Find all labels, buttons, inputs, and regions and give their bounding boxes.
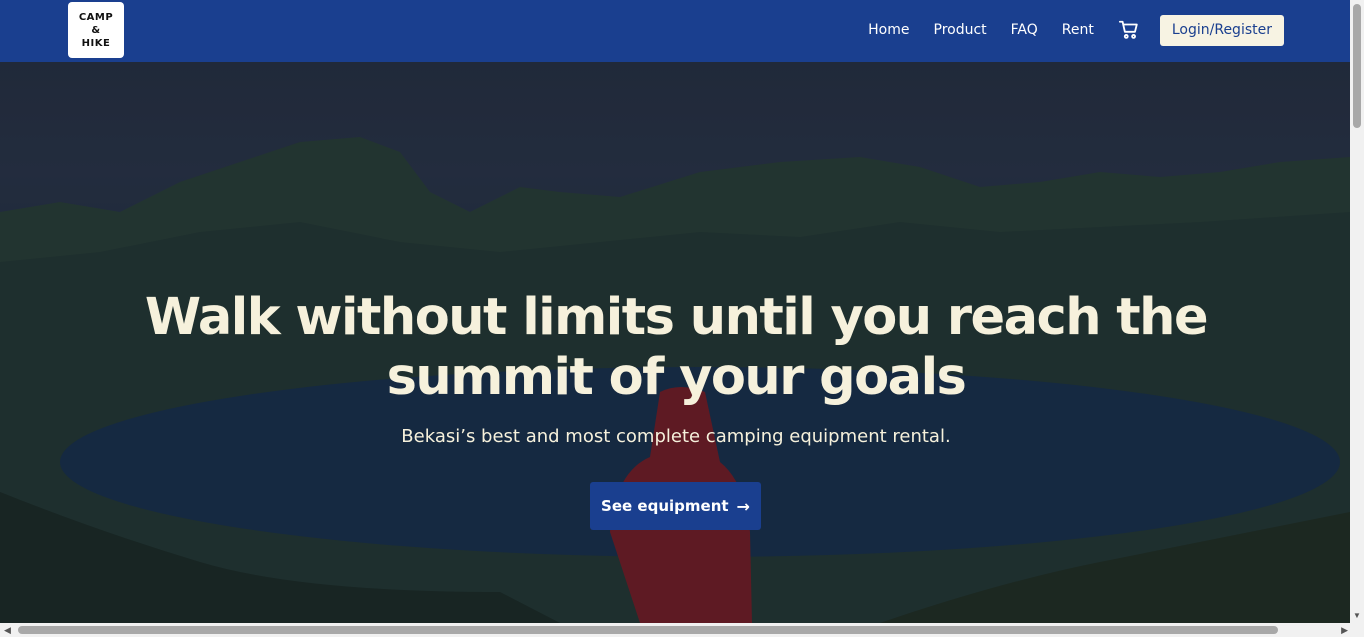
nav-links: Home Product FAQ Rent Login/Register [844, 14, 1284, 46]
see-equipment-button[interactable]: See equipment → [590, 482, 761, 530]
logo[interactable]: CAMP & HIKE [68, 2, 124, 58]
scroll-right-arrow-icon[interactable]: ▶ [1341, 625, 1348, 635]
nav-link-home[interactable]: Home [868, 22, 909, 38]
hero-title: Walk without limits until you reach the … [144, 288, 1209, 407]
logo-line-2: & [91, 24, 101, 36]
vertical-scrollbar[interactable]: ▼ [1350, 0, 1364, 623]
vertical-scroll-thumb[interactable] [1353, 4, 1361, 128]
scroll-left-arrow-icon[interactable]: ◀ [4, 625, 11, 635]
hero-subtitle: Bekasi’s best and most complete camping … [401, 426, 951, 447]
login-register-button[interactable]: Login/Register [1159, 14, 1284, 46]
scroll-down-arrow-icon[interactable]: ▼ [1353, 612, 1361, 620]
nav-link-product[interactable]: Product [934, 22, 987, 38]
logo-line-3: HIKE [81, 37, 111, 49]
horizontal-scroll-thumb[interactable] [18, 626, 1278, 634]
nav-link-rent[interactable]: Rent [1062, 22, 1094, 38]
see-equipment-label: See equipment [601, 497, 729, 515]
cart-icon[interactable] [1118, 19, 1140, 41]
logo-line-1: CAMP [78, 11, 114, 23]
arrow-right-icon: → [736, 496, 750, 516]
hero-section: Walk without limits until you reach the … [0, 62, 1350, 623]
horizontal-scrollbar[interactable]: ◀ ▶ [0, 623, 1364, 637]
nav-link-faq[interactable]: FAQ [1011, 22, 1038, 38]
navbar: CAMP & HIKE Home Product FAQ Rent Login/… [0, 0, 1350, 62]
